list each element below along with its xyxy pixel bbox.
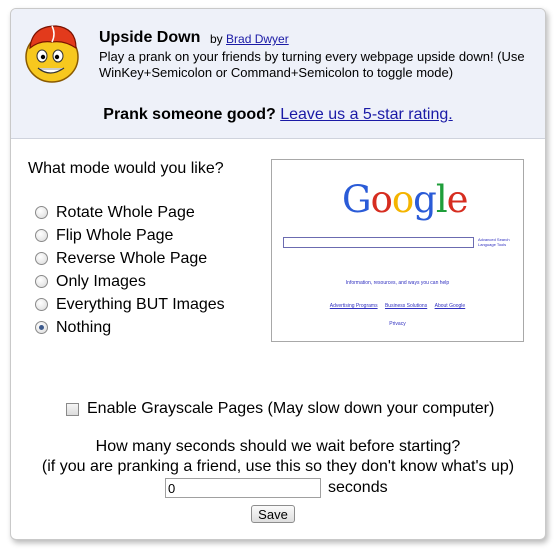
preview-google-logo: Google: [342, 178, 469, 221]
mode-question: What mode would you like?: [28, 160, 224, 177]
preview-footer-link: Privacy: [389, 321, 406, 327]
mode-preview-image: Google Advanced Search Language Tools In…: [271, 159, 524, 342]
header: Upside Down by Brad Dwyer Play a prank o…: [11, 9, 545, 139]
mode-option-label: Rotate Whole Page: [56, 203, 195, 221]
preview-search-box: [283, 237, 474, 248]
mode-option-label: Everything BUT Images: [56, 295, 225, 313]
grayscale-checkbox[interactable]: [66, 402, 79, 416]
preview-logo-letter: G: [342, 178, 372, 221]
mode-radio[interactable]: [35, 229, 48, 242]
preview-info-line: Information, resources, and ways you can…: [345, 280, 450, 286]
save-button[interactable]: Save: [251, 505, 295, 523]
mode-option-label: Flip Whole Page: [56, 226, 174, 244]
mode-option[interactable]: Only Images: [35, 270, 225, 293]
rating-prompt: Prank someone good? Leave us a 5-star ra…: [11, 106, 545, 124]
options-panel: Upside Down by Brad Dwyer Play a prank o…: [10, 8, 546, 540]
upside-down-logo-icon: [25, 25, 79, 83]
mode-radio[interactable]: [35, 206, 48, 219]
mode-option-label: Reverse Whole Page: [56, 249, 208, 267]
wait-subtext: (if you are pranking a friend, use this …: [41, 458, 515, 475]
mode-option-label: Nothing: [56, 318, 112, 336]
grayscale-label: Enable Grayscale Pages (May slow down yo…: [87, 400, 495, 417]
preview-logo-letter: e: [446, 178, 469, 221]
author-line: by Brad Dwyer: [210, 32, 289, 46]
delay-seconds-input[interactable]: [165, 478, 321, 498]
preview-link: Advertising Programs: [329, 303, 378, 309]
preview-logo-letter: l: [435, 178, 448, 221]
app-description: Play a prank on your friends by turning …: [99, 49, 525, 80]
app-title: Upside Down: [99, 29, 201, 46]
mode-radio[interactable]: [35, 321, 48, 334]
mode-option[interactable]: Reverse Whole Page: [35, 247, 225, 270]
wait-question: How many seconds should we wait before s…: [95, 438, 461, 455]
preview-link: About Google: [434, 303, 466, 309]
author-link[interactable]: Brad Dwyer: [226, 32, 289, 46]
rating-link[interactable]: Leave us a 5-star rating.: [280, 106, 453, 123]
preview-logo-letter: g: [413, 178, 437, 221]
mode-option[interactable]: Rotate Whole Page: [35, 201, 225, 224]
by-prefix: by: [210, 32, 223, 46]
preview-links: Advertising Programs Business Solutions …: [272, 303, 523, 309]
mode-radio[interactable]: [35, 252, 48, 265]
preview-link: Business Solutions: [384, 303, 428, 309]
mode-option[interactable]: Everything BUT Images: [35, 293, 225, 316]
preview-logo-letter: o: [370, 178, 393, 221]
delay-row: seconds: [165, 478, 388, 498]
mode-radio-group: Rotate Whole Page Flip Whole Page Reverse …: [35, 201, 225, 339]
mode-option[interactable]: Flip Whole Page: [35, 224, 225, 247]
preview-logo-letter: o: [391, 178, 414, 221]
preview-side-link: Language Tools: [478, 242, 507, 247]
grayscale-option[interactable]: Enable Grayscale Pages (May slow down yo…: [66, 400, 494, 418]
prank-prompt: Prank someone good?: [103, 106, 276, 123]
preview-side-links: Advanced Search Language Tools: [478, 237, 510, 247]
mode-radio[interactable]: [35, 275, 48, 288]
seconds-unit-label: seconds: [328, 479, 388, 496]
mode-option[interactable]: Nothing: [35, 316, 225, 339]
mode-radio[interactable]: [35, 298, 48, 311]
mode-option-label: Only Images: [56, 272, 146, 290]
